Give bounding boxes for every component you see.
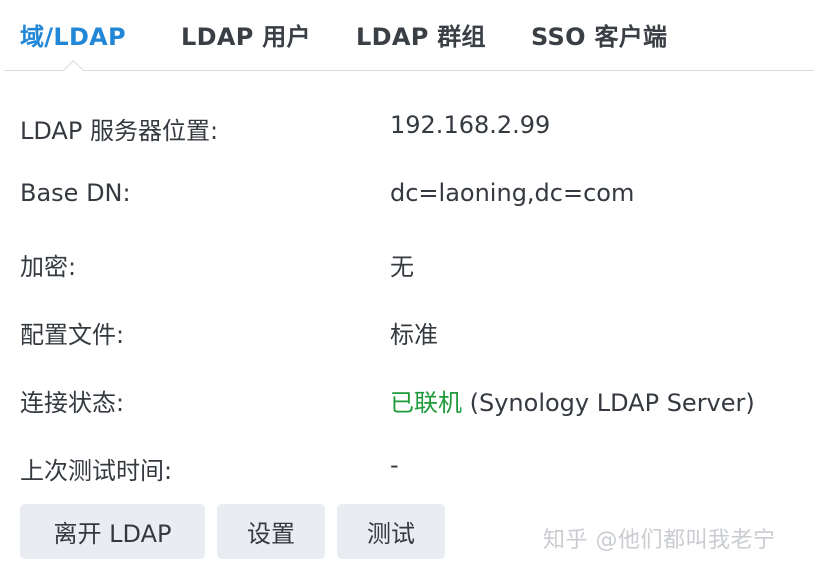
lasttest-label: 上次测试时间: <box>20 457 173 485</box>
server-value: 192.168.2.99 <box>390 111 551 139</box>
lasttest-row: 上次测试时间: - <box>0 445 814 485</box>
profile-label: 配置文件: <box>20 321 125 349</box>
ldap-settings-panel: 域/LDAP LDAP 用户 LDAP 群组 SSO 客户端 LDAP 服务器位… <box>0 0 814 572</box>
profile-row: 配置文件: 标准 <box>0 309 814 349</box>
connection-detail: (Synology LDAP Server) <box>462 389 755 417</box>
server-row: LDAP 服务器位置: 192.168.2.99 <box>0 105 814 145</box>
tab-ldap-groups[interactable]: LDAP 群组 <box>356 17 486 52</box>
tab-sso-client[interactable]: SSO 客户端 <box>531 17 667 52</box>
tab-ldap-users[interactable]: LDAP 用户 <box>181 17 311 52</box>
tab-divider <box>4 70 814 71</box>
lasttest-value: - <box>390 451 399 479</box>
tab-bar: 域/LDAP LDAP 用户 LDAP 群组 SSO 客户端 <box>0 0 814 72</box>
leave-ldap-button[interactable]: 离开 LDAP <box>20 504 205 559</box>
tab-domain-ldap[interactable]: 域/LDAP <box>20 17 126 52</box>
basedn-label: Base DN: <box>20 179 131 207</box>
test-button[interactable]: 测试 <box>337 504 445 559</box>
profile-value: 标准 <box>390 321 438 349</box>
connection-status: 已联机 <box>390 389 462 417</box>
basedn-value: dc=laoning,dc=com <box>390 179 635 207</box>
encryption-label: 加密: <box>20 253 77 281</box>
encryption-value: 无 <box>390 253 414 281</box>
basedn-row: Base DN: dc=laoning,dc=com <box>0 173 814 213</box>
watermark: 知乎 @他们都叫我老宁 <box>543 528 776 553</box>
connection-label: 连接状态: <box>20 389 125 417</box>
connection-row: 连接状态: 已联机 (Synology LDAP Server) <box>0 377 814 417</box>
encryption-row: 加密: 无 <box>0 241 814 281</box>
server-label: LDAP 服务器位置: <box>20 117 219 145</box>
active-tab-caret-icon <box>63 59 85 71</box>
connection-value: 已联机 (Synology LDAP Server) <box>390 383 755 418</box>
settings-button[interactable]: 设置 <box>217 504 325 559</box>
